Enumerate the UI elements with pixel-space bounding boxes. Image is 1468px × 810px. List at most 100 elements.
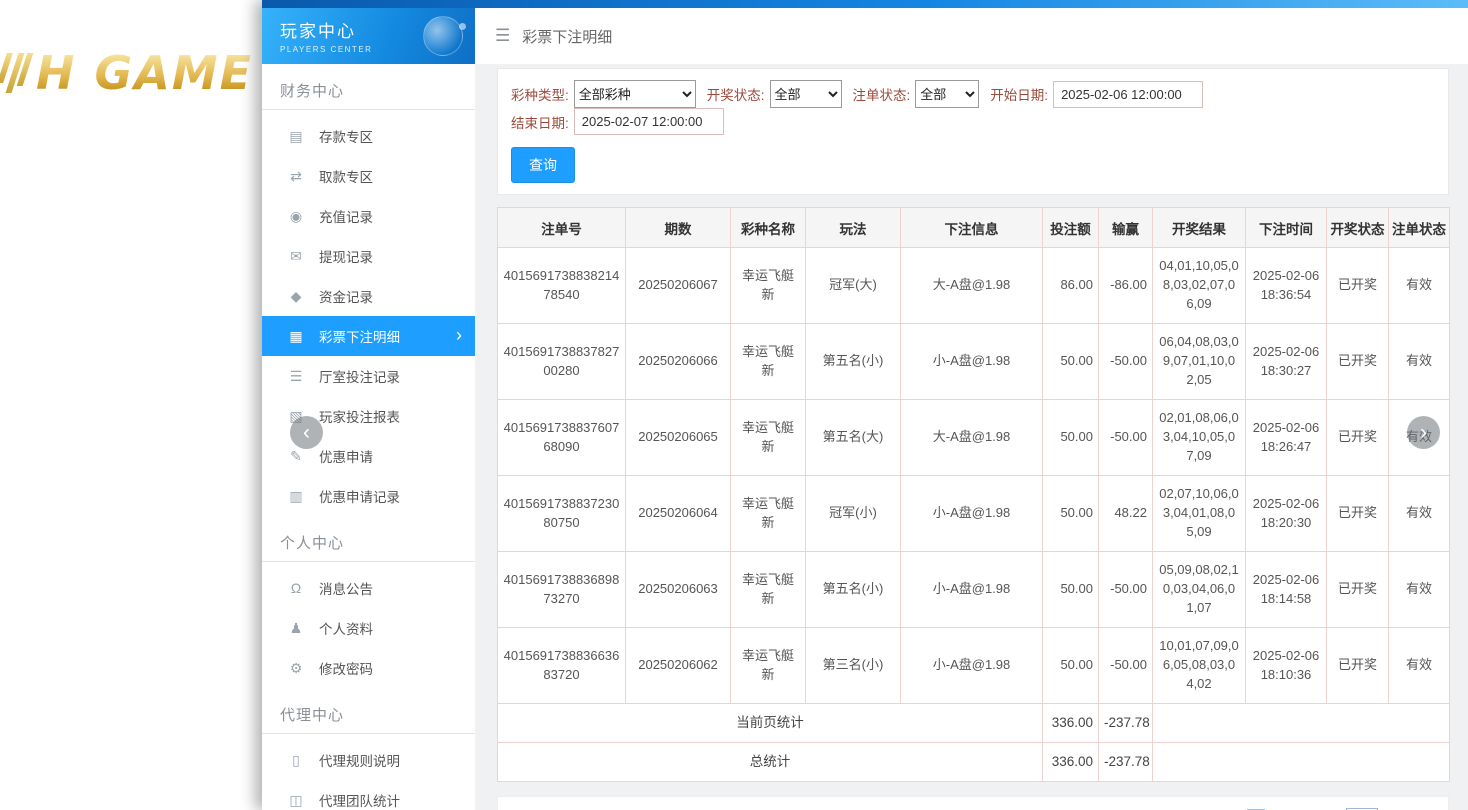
table-cell: 已开奖 (1327, 476, 1389, 552)
table-cell: 冠军(大) (806, 248, 901, 324)
sidebar-item-label: 资金记录 (319, 286, 373, 306)
table-cell: 小-A盘@1.98 (901, 324, 1043, 400)
table-cell: 有效 (1389, 552, 1450, 628)
sidebar-item-label: 代理规则说明 (319, 750, 400, 770)
table-cell: 第五名(大) (806, 400, 901, 476)
table-cell: 冠军(小) (806, 476, 901, 552)
sidebar-item-label: 修改密码 (319, 658, 373, 678)
sidebar: 玩家中心 PLAYERS CENTER 财务中心▤存款专区⇄取款专区◉充值记录✉… (262, 8, 475, 810)
table-cell: 小-A盘@1.98 (901, 628, 1043, 704)
search-button[interactable]: 查询 (511, 147, 575, 183)
column-header: 玩法 (806, 208, 901, 248)
table-cell: 401569173883760768090 (498, 400, 626, 476)
filter-card: 彩种类型: 全部彩种 开奖状态: 全部 注单状态: (497, 68, 1449, 195)
table-cell: 第三名(小) (806, 628, 901, 704)
sidebar-item-hall-bet-record[interactable]: ☰厅室投注记录 (262, 356, 475, 396)
sidebar-item-label: 存款专区 (319, 126, 373, 146)
table-cell: 幸运飞艇新 (731, 552, 806, 628)
recharge-record-icon: ◉ (288, 208, 304, 225)
page-summary-label: 当前页统计 (498, 704, 1043, 743)
table-cell: 2025-02-06 18:10:36 (1246, 628, 1327, 704)
table-row: 40156917388372308075020250206064幸运飞艇新冠军(… (498, 476, 1450, 552)
table-cell: 401569173883723080750 (498, 476, 626, 552)
draw-status-label: 开奖状态: (707, 84, 765, 104)
table-row: 40156917388366368372020250206062幸运飞艇新第三名… (498, 628, 1450, 704)
sidebar-item-label: 取款专区 (319, 166, 373, 186)
lottery-bet-detail-icon: ▦ (288, 328, 304, 345)
table-cell: 50.00 (1043, 324, 1099, 400)
table-cell: 幸运飞艇新 (731, 248, 806, 324)
sidebar-item-label: 充值记录 (319, 206, 373, 226)
carousel-right-icon[interactable]: › (1407, 416, 1440, 449)
table-cell: 401569173883782700280 (498, 324, 626, 400)
table-cell: 已开奖 (1327, 628, 1389, 704)
grand-summary-empty (1153, 743, 1450, 782)
table-cell: -50.00 (1099, 324, 1153, 400)
table-cell: 50.00 (1043, 552, 1099, 628)
sidebar-item-withdrawal-record[interactable]: ✉提现记录 (262, 236, 475, 276)
table-cell: 50.00 (1043, 476, 1099, 552)
logo-text: H GAME (36, 46, 253, 100)
table-cell: 20250206062 (626, 628, 731, 704)
sidebar-item-label: 优惠申请记录 (319, 486, 400, 506)
sidebar-item-label: 消息公告 (319, 578, 373, 598)
order-status-select[interactable]: 全部 (915, 80, 979, 108)
table-row: 40156917388378270028020250206066幸运飞艇新第五名… (498, 324, 1450, 400)
table-cell: 86.00 (1043, 248, 1099, 324)
table-cell: 幸运飞艇新 (731, 400, 806, 476)
grand-summary-row: 总统计 336.00 -237.78 (498, 743, 1450, 782)
grand-summary-label: 总统计 (498, 743, 1043, 782)
sidebar-item-profile[interactable]: ♟个人资料 (262, 608, 475, 648)
table-cell: 有效 (1389, 628, 1450, 704)
table-row: 40156917388376076809020250206065幸运飞艇新第五名… (498, 400, 1450, 476)
sidebar-item-announcement[interactable]: Ω 消息公告 (262, 568, 475, 608)
lottery-type-select[interactable]: 全部彩种 (574, 80, 696, 108)
promo-apply-record-icon: ▥ (288, 488, 304, 505)
profile-icon: ♟ (288, 620, 304, 637)
table-cell: 02,07,10,06,03,04,01,08,05,09 (1153, 476, 1246, 552)
order-status-label: 注单状态: (853, 84, 911, 104)
column-header: 注单状态 (1389, 208, 1450, 248)
draw-status-select[interactable]: 全部 (770, 80, 842, 108)
table-cell: 幸运飞艇新 (731, 628, 806, 704)
hall-bet-record-icon: ☰ (288, 368, 304, 385)
table-cell: 50.00 (1043, 400, 1099, 476)
page-summary-win-total: -237.78 (1099, 704, 1153, 743)
column-header: 下注信息 (901, 208, 1043, 248)
table-cell: 04,01,10,05,08,03,02,07,06,09 (1153, 248, 1246, 324)
table-cell: 02,01,08,06,03,04,10,05,07,09 (1153, 400, 1246, 476)
sidebar-item-agent-rules[interactable]: ▯代理规则说明 (262, 740, 475, 780)
sidebar-item-label: 彩票下注明细 (319, 326, 400, 346)
sidebar-item-recharge-record[interactable]: ◉ 充值记录 (262, 196, 475, 236)
sidebar-item-change-password[interactable]: ⚙修改密码 (262, 648, 475, 688)
carousel-left-icon[interactable]: ‹ (290, 416, 323, 449)
menu-icon[interactable]: ☰ (495, 26, 510, 46)
table-cell: 2025-02-06 18:14:58 (1246, 552, 1327, 628)
table-header-row: 注单号期数彩种名称玩法下注信息投注额输赢开奖结果下注时间开奖状态注单状态 (498, 208, 1450, 248)
column-header: 下注时间 (1246, 208, 1327, 248)
sidebar-item-deposit[interactable]: ▤存款专区 (262, 116, 475, 156)
table-cell: 401569173883689873270 (498, 552, 626, 628)
announcement-icon: Ω (288, 580, 304, 596)
sidebar-item-promo-apply-record[interactable]: ▥ 优惠申请记录 (262, 476, 475, 516)
column-header: 期数 (626, 208, 731, 248)
table-summary: 当前页统计 336.00 -237.78 总统计 336.00 -237.78 (498, 704, 1450, 782)
table-cell: 20250206067 (626, 248, 731, 324)
column-header: 开奖结果 (1153, 208, 1246, 248)
logo-bars-icon (2, 53, 28, 93)
sidebar-item-lottery-bet-detail[interactable]: ▦彩票下注明细› (262, 316, 475, 356)
table-cell: 2025-02-06 18:36:54 (1246, 248, 1327, 324)
sidebar-item-funds-record[interactable]: ◆资金记录 (262, 276, 475, 316)
page-title: 彩票下注明细 (522, 26, 612, 47)
end-date-input[interactable] (574, 108, 724, 135)
agent-team-stats-icon: ◫ (288, 792, 304, 809)
table-body: 40156917388382147854020250206067幸运飞艇新冠军(… (498, 248, 1450, 704)
pagination-bar: 每页显示20条 共6条 首页 上一页 1 下一页 第 页 跳转 (497, 796, 1449, 810)
scroll-area: 彩种类型: 全部彩种 开奖状态: 全部 注单状态: (475, 64, 1468, 810)
table-cell: 有效 (1389, 248, 1450, 324)
sidebar-item-withdraw[interactable]: ⇄取款专区 (262, 156, 475, 196)
start-date-input[interactable] (1053, 81, 1203, 108)
sidebar-item-agent-team-stats[interactable]: ◫代理团队统计 (262, 780, 475, 810)
table-cell: 第五名(小) (806, 324, 901, 400)
table-cell: 05,09,08,02,10,03,04,06,01,07 (1153, 552, 1246, 628)
